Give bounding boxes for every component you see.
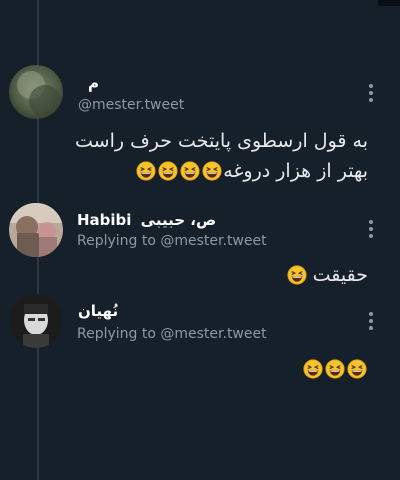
display-name[interactable]: Habibi ص، حبیبی — [77, 211, 216, 229]
more-options-icon[interactable] — [368, 220, 374, 241]
tweet-text-line: به قول ارسطوی پایتخت حرف راست — [75, 130, 368, 152]
tweet-text: به قول ارسطوی پایتخت حرف راست بهتر از هز… — [60, 126, 368, 186]
tweet-reply[interactable]: نُهیان Replying to @mester.tweet — [0, 292, 400, 480]
laughing-emoji — [325, 359, 345, 379]
laughing-emoji — [158, 161, 178, 181]
avatar[interactable] — [9, 203, 63, 257]
laughing-emoji — [287, 265, 307, 285]
tweet-text-fragment: بهتر از هزار دروغه — [223, 160, 368, 182]
tweet-text: حقیقت — [60, 260, 368, 290]
replying-to[interactable]: Replying to @mester.tweet — [77, 233, 267, 249]
tweet-text — [60, 354, 368, 384]
avatar[interactable] — [9, 65, 63, 119]
laughing-emoji — [303, 359, 323, 379]
laughing-emoji — [202, 161, 222, 181]
tweet-text-line: بهتر از هزار دروغه — [60, 156, 368, 186]
replying-to[interactable]: Replying to @mester.tweet — [77, 326, 267, 342]
more-options-icon[interactable] — [368, 84, 374, 105]
display-name[interactable]: نُهیان — [78, 302, 118, 320]
tweet-text-fragment: حقیقت — [312, 264, 368, 286]
user-handle[interactable]: @mester.tweet — [78, 97, 184, 113]
laughing-emoji — [347, 359, 367, 379]
laughing-emoji — [136, 161, 156, 181]
tweet-reply[interactable]: Habibi ص، حبیبی Replying to @mester.twee… — [0, 196, 400, 292]
more-options-icon[interactable] — [368, 312, 374, 333]
display-name-prefix: ص، حبیبی — [140, 211, 217, 229]
display-name[interactable]: م — [88, 74, 99, 92]
laughing-emoji — [180, 161, 200, 181]
display-name-main: Habibi — [77, 211, 132, 229]
avatar[interactable] — [9, 294, 63, 348]
tweet-main[interactable]: م @mester.tweet به قول ارسطوی پایتخت حرف… — [0, 0, 400, 196]
emoji-group — [135, 160, 223, 182]
